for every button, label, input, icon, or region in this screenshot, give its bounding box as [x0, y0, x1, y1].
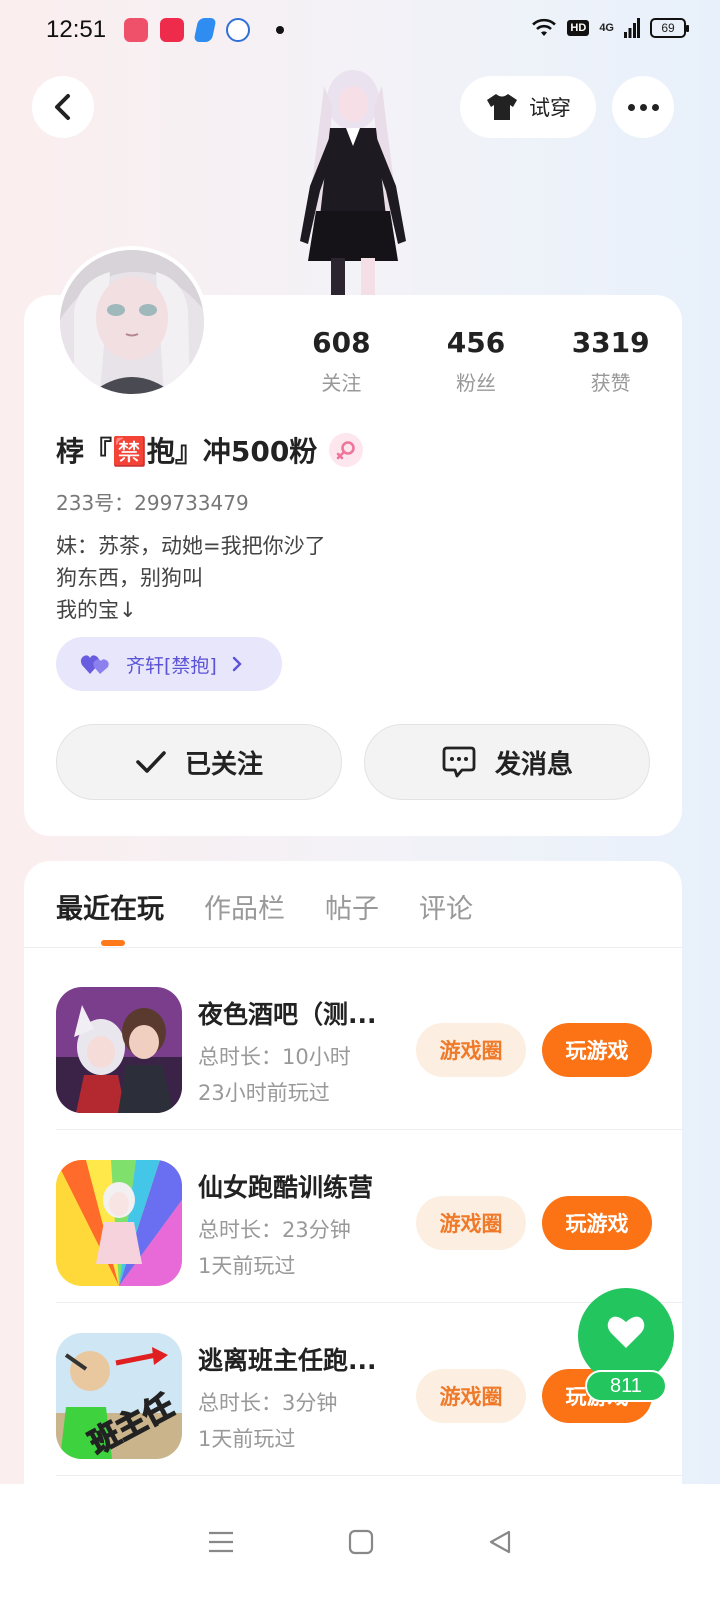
game-icon-escape-teacher[interactable]: 班主任: [56, 1333, 182, 1459]
account-id: 233号：299733479: [56, 491, 249, 515]
baidu-icon: [226, 18, 250, 42]
bio-line: 妹：苏茶，动她=我把你沙了: [56, 534, 326, 558]
try-on-button[interactable]: 试穿: [460, 76, 596, 138]
stat-label: 粉丝: [456, 371, 496, 395]
game-circle-button[interactable]: 游戏圈: [416, 1196, 526, 1250]
game-duration: 总时长：3分钟: [198, 1391, 338, 1415]
more-dot: [639, 103, 647, 111]
row-divider: [56, 1475, 682, 1476]
stat-following[interactable]: 608 关注: [274, 326, 409, 396]
network-label: 4G: [599, 22, 614, 34]
game-last-played: 1天前玩过: [198, 1427, 296, 1451]
tab-works[interactable]: 作品栏: [204, 887, 285, 926]
active-tab-indicator: [101, 940, 125, 946]
avatar-image: [60, 250, 204, 394]
stat-label: 获赞: [590, 371, 631, 395]
stat-value: 608: [312, 326, 371, 359]
video-app-icon: [160, 18, 184, 42]
avatar-figure: [300, 70, 406, 298]
like-count: 811: [585, 1370, 667, 1402]
game-title: 仙女跑酷训练营: [198, 1173, 374, 1202]
back-triangle-icon[interactable]: [487, 1529, 513, 1555]
stat-value: 456: [446, 326, 506, 359]
game-icon-night-bar[interactable]: [56, 987, 182, 1113]
profile-stats: 608 关注 456 粉丝 3319 获赞: [274, 326, 678, 396]
tab-recently-played[interactable]: 最近在玩: [56, 887, 164, 926]
battery-indicator: 69: [650, 18, 689, 38]
game-meta: 总时长：23分钟 1天前玩过: [198, 1212, 351, 1284]
signal-icon: [624, 18, 640, 38]
stat-label: 关注: [321, 371, 362, 395]
tshirt-icon: [487, 94, 517, 120]
more-dot: [651, 103, 659, 111]
tab-comments[interactable]: 评论: [419, 887, 473, 926]
checkmark-icon: [136, 751, 166, 773]
system-nav-bar: [0, 1484, 720, 1600]
bio-line: 狗东西，别狗叫: [56, 566, 203, 590]
game-icon-fairy-parkour[interactable]: [56, 1160, 182, 1286]
home-icon[interactable]: [348, 1529, 374, 1555]
game-duration: 总时长：10小时: [198, 1045, 351, 1069]
game-last-played: 23小时前玩过: [198, 1081, 330, 1105]
game-last-played: 1天前玩过: [198, 1254, 296, 1278]
stat-likes[interactable]: 3319 获赞: [543, 326, 678, 396]
stat-followers[interactable]: 456 粉丝: [409, 326, 544, 396]
status-right: HD 4G 69: [531, 18, 689, 38]
game-circle-button[interactable]: 游戏圈: [416, 1023, 526, 1077]
more-options-button[interactable]: [612, 76, 674, 138]
user-avatar[interactable]: [56, 246, 208, 398]
game-circle-button[interactable]: 游戏圈: [416, 1369, 526, 1423]
tab-posts[interactable]: 帖子: [325, 887, 379, 926]
games-card: 最近在玩 作品栏 帖子 评论 夜色酒吧（测... 总时长：10小时 23小时前玩…: [24, 861, 682, 1501]
game-row[interactable]: 仙女跑酷训练营 总时长：23分钟 1天前玩过 游戏圈 玩游戏: [56, 1130, 682, 1303]
send-message-button[interactable]: 发消息: [364, 724, 650, 800]
following-label: 已关注: [184, 749, 263, 780]
game-duration: 总时长：23分钟: [198, 1218, 351, 1242]
chevron-right-icon: [232, 656, 242, 672]
couple-tag[interactable]: 齐轩[禁抱]: [56, 637, 282, 691]
status-bar: 12:51 HD 4G 69: [0, 0, 720, 64]
game-meta: 总时长：3分钟 1天前玩过: [198, 1385, 337, 1457]
wifi-icon: [532, 18, 557, 36]
more-notifications-dot: [276, 26, 284, 34]
game-row[interactable]: 夜色酒吧（测... 总时长：10小时 23小时前玩过 游戏圈 玩游戏: [56, 957, 682, 1130]
app-notification-icon: [124, 18, 148, 42]
play-game-button[interactable]: 玩游戏: [542, 1023, 652, 1077]
female-gender-icon: [329, 433, 364, 467]
profile-tabs: 最近在玩 作品栏 帖子 评论: [56, 887, 473, 926]
game-title: 夜色酒吧（测...: [198, 1000, 377, 1029]
tabs-divider: [24, 947, 682, 948]
following-button[interactable]: 已关注: [56, 724, 342, 800]
menu-icon[interactable]: [207, 1530, 235, 1554]
hd-badge: HD: [567, 20, 590, 36]
username-row: 桲『🈲抱』冲500粉: [56, 430, 364, 470]
profile-actions: 已关注 发消息: [56, 724, 650, 800]
chat-bubble-icon: [442, 746, 476, 778]
send-message-label: 发消息: [494, 749, 573, 780]
heart-icon: [607, 1316, 645, 1348]
couple-label: 齐轩[禁抱]: [126, 654, 217, 677]
back-arrow-icon: [55, 94, 70, 120]
back-button[interactable]: [32, 76, 94, 138]
stat-value: 3319: [571, 326, 650, 359]
game-title: 逃离班主任跑...: [198, 1346, 377, 1375]
more-dot: [627, 103, 635, 111]
double-heart-icon: [80, 655, 109, 674]
try-on-label: 试穿: [529, 96, 571, 120]
bio-line: 我的宝↓: [56, 598, 137, 622]
game-meta: 总时长：10小时 23小时前玩过: [198, 1039, 351, 1111]
blue-app-icon: [193, 18, 217, 42]
status-app-icons: [124, 18, 284, 42]
username: 桲『🈲抱』冲500粉: [56, 435, 318, 468]
status-time: 12:51: [46, 16, 107, 43]
play-game-button[interactable]: 玩游戏: [542, 1196, 652, 1250]
user-bio: 妹：苏茶，动她=我把你沙了 狗东西，别狗叫 我的宝↓: [56, 530, 326, 626]
